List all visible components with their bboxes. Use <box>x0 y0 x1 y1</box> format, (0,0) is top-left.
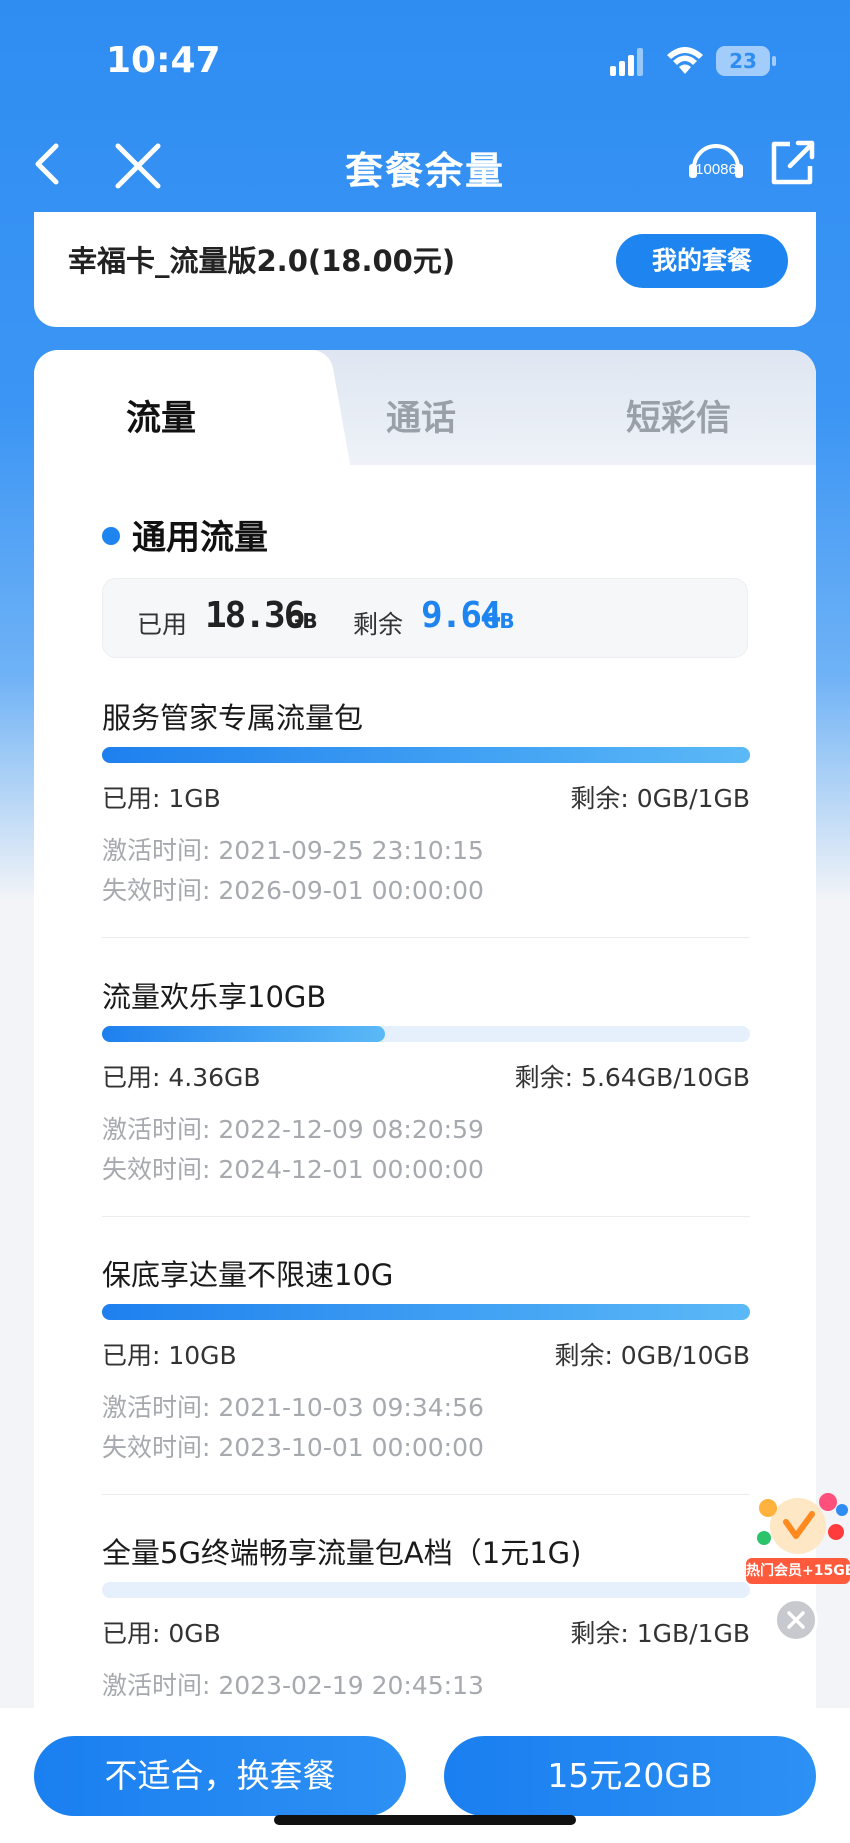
tab-bar: 流量 通话 短彩信 <box>34 350 816 465</box>
package-remaining: 剩余: 0GB/10GB <box>554 1341 750 1370</box>
promo-tag: 热门会员+15GB <box>746 1558 850 1584</box>
package-item: 服务管家专属流量包 已用: 1GB 剩余: 0GB/1GB 激活时间: 2021… <box>102 695 750 955</box>
divider <box>102 1216 750 1217</box>
usage-bar-fill <box>102 1026 385 1042</box>
usage-bar <box>102 747 750 763</box>
usage-bar <box>102 1026 750 1042</box>
status-bar: 10:47 23 <box>0 0 850 120</box>
package-expiry-time: 失效时间: 2026-09-01 00:00:00 <box>102 876 484 905</box>
status-time: 10:47 <box>106 40 221 81</box>
usage-bar-fill <box>102 747 750 763</box>
package-expiry-time: 失效时间: 2023-10-01 00:00:00 <box>102 1433 484 1462</box>
tab-sms-mms[interactable]: 短彩信 <box>626 390 731 441</box>
package-item: 流量欢乐享10GB 已用: 4.36GB 剩余: 5.64GB/10GB 激活时… <box>102 974 750 1234</box>
package-item: 全量5G终端畅享流量包A档（1元1G) 已用: 0GB 剩余: 1GB/1GB … <box>102 1530 750 1708</box>
package-activated-time: 激活时间: 2022-12-09 08:20:59 <box>102 1115 484 1144</box>
plan-card: 幸福卡_流量版2.0(18.00元) 我的套餐 <box>34 212 816 327</box>
remaining-label: 剩余 <box>353 610 404 639</box>
wifi-icon <box>667 47 703 74</box>
share-icon[interactable] <box>768 136 818 190</box>
promo-close-icon[interactable] <box>774 1598 818 1642</box>
divider <box>102 1494 750 1495</box>
usage-bar <box>102 1304 750 1320</box>
used-unit: GB <box>286 609 318 633</box>
package-activated-time: 激活时间: 2021-09-25 23:10:15 <box>102 836 484 865</box>
section-dot-icon <box>102 527 120 545</box>
membership-gift-icon <box>757 1493 848 1554</box>
home-indicator <box>274 1815 576 1825</box>
hotline-number: 10086 <box>695 161 737 178</box>
offer-button[interactable]: 15元20GB <box>444 1736 816 1816</box>
cellular-signal-icon <box>610 48 643 76</box>
usage-bar <box>102 1582 750 1598</box>
package-used: 已用: 10GB <box>102 1341 237 1370</box>
package-used: 已用: 4.36GB <box>102 1063 261 1092</box>
remaining-unit: GB <box>483 609 515 633</box>
plan-name: 幸福卡_流量版2.0(18.00元) <box>68 244 456 278</box>
battery-level: 23 <box>716 46 770 76</box>
package-remaining: 剩余: 5.64GB/10GB <box>514 1063 750 1092</box>
section-title: 通用流量 <box>132 518 268 558</box>
package-remaining: 剩余: 0GB/1GB <box>570 784 750 813</box>
data-summary: 已用 18.36 GB 剩余 9.64 GB <box>102 578 748 658</box>
package-name: 流量欢乐享10GB <box>102 980 327 1014</box>
package-name: 服务管家专属流量包 <box>102 701 364 735</box>
package-activated-time: 激活时间: 2021-10-03 09:34:56 <box>102 1393 484 1422</box>
package-activated-time: 激活时间: 2023-02-19 20:45:13 <box>102 1671 484 1700</box>
package-used: 已用: 0GB <box>102 1619 221 1648</box>
my-plan-button[interactable]: 我的套餐 <box>616 234 788 288</box>
package-expiry-time: 失效时间: 2024-12-01 00:00:00 <box>102 1155 484 1184</box>
membership-promo[interactable]: 热门会员+15GB <box>746 1488 850 1588</box>
customer-service-icon[interactable]: 10086 <box>684 134 748 198</box>
package-name: 保底享达量不限速10G <box>102 1258 394 1292</box>
package-item: 保底享达量不限速10G 已用: 10GB 剩余: 0GB/10GB 激活时间: … <box>102 1252 750 1512</box>
tab-calls[interactable]: 通话 <box>386 390 456 441</box>
package-used: 已用: 1GB <box>102 784 221 813</box>
divider <box>102 937 750 938</box>
change-plan-button[interactable]: 不适合，换套餐 <box>34 1736 406 1816</box>
package-name: 全量5G终端畅享流量包A档（1元1G) <box>102 1536 582 1570</box>
usage-bar-fill <box>102 1304 750 1320</box>
used-label: 已用 <box>137 610 188 639</box>
nav-bar: 套餐余量 10086 <box>0 120 850 210</box>
package-remaining: 剩余: 1GB/1GB <box>570 1619 750 1648</box>
battery-icon: 23 <box>716 46 776 76</box>
tab-data[interactable]: 流量 <box>126 390 196 441</box>
